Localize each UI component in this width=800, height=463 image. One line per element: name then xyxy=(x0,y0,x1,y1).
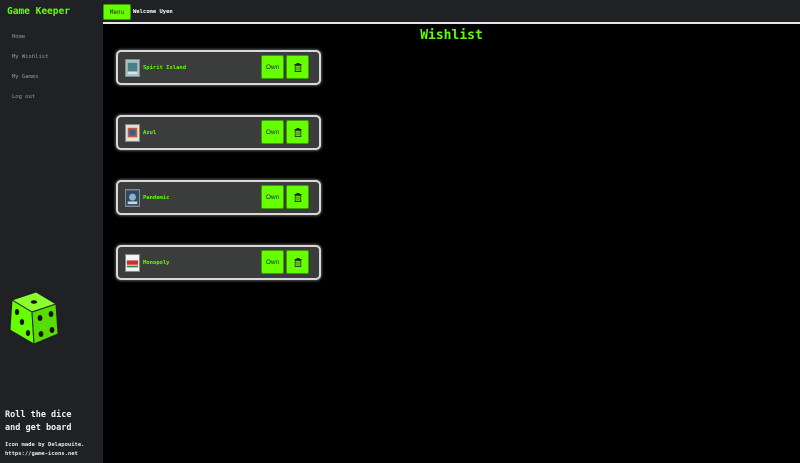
own-button[interactable]: Own xyxy=(261,55,284,79)
wishlist-card: Monopoly Own xyxy=(116,245,321,280)
game-name: Spirit Island xyxy=(143,65,187,71)
welcome-text: Welcome Uyen xyxy=(133,9,173,15)
game-thumbnail xyxy=(125,59,140,77)
sidebar-item-log-out[interactable]: Log out xyxy=(12,90,48,110)
delete-button[interactable] xyxy=(286,120,309,144)
wishlist-card: Pandemic Own xyxy=(116,180,321,215)
credit-line-1: Icon made by Delapouite. xyxy=(5,442,85,448)
icon-credit: Icon made by Delapouite. https://game-ic… xyxy=(5,441,102,459)
own-button[interactable]: Own xyxy=(261,250,284,274)
sidebar-item-home[interactable]: Home xyxy=(12,30,48,50)
trash-icon xyxy=(294,192,301,202)
game-thumbnail xyxy=(125,254,140,272)
delete-button[interactable] xyxy=(286,185,309,209)
top-bar: Menu Welcome Uyen xyxy=(103,0,800,24)
own-button[interactable]: Own xyxy=(261,120,284,144)
trash-icon xyxy=(294,127,301,137)
sidebar: Game Keeper Home My Wishlist My Games Lo… xyxy=(0,0,103,463)
sidebar-item-my-games[interactable]: My Games xyxy=(12,70,48,90)
game-name: Azul xyxy=(143,130,157,136)
wishlist-card: Spirit Island Own xyxy=(116,50,321,85)
own-button[interactable]: Own xyxy=(261,185,284,209)
sidebar-item-my-wishlist[interactable]: My Wishlist xyxy=(12,50,48,70)
menu-button[interactable]: Menu xyxy=(103,4,131,20)
trash-icon xyxy=(294,62,301,72)
page-title: Wishlist xyxy=(420,28,483,43)
game-name: Monopoly xyxy=(143,260,170,266)
tagline-line-1: Roll the dice xyxy=(5,410,72,420)
game-thumbnail xyxy=(125,189,140,207)
credit-line-2: https://game-icons.net xyxy=(5,451,78,457)
delete-button[interactable] xyxy=(286,55,309,79)
game-thumbnail xyxy=(125,124,140,142)
dice-icon xyxy=(9,291,59,345)
tagline-line-2: and get board xyxy=(5,423,72,433)
wishlist-card: Azul Own xyxy=(116,115,321,150)
delete-button[interactable] xyxy=(286,250,309,274)
tagline: Roll the dice and get board xyxy=(5,409,100,435)
sidebar-nav: Home My Wishlist My Games Log out xyxy=(12,30,48,110)
game-name: Pandemic xyxy=(143,195,170,201)
app-title[interactable]: Game Keeper xyxy=(7,6,70,17)
trash-icon xyxy=(294,257,301,267)
